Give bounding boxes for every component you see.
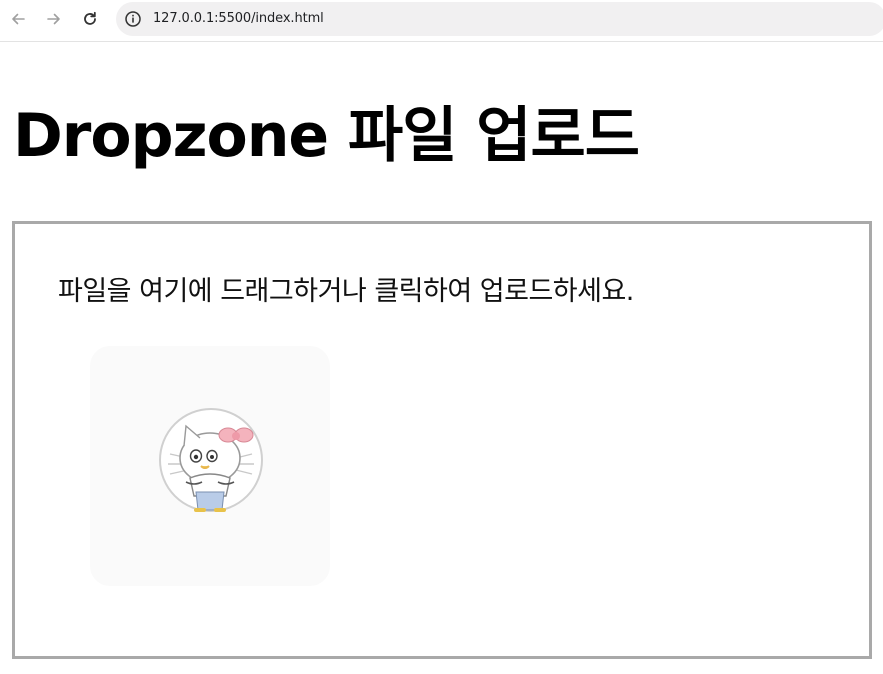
page-title: Dropzone 파일 업로드 bbox=[13, 101, 640, 171]
dropzone-area[interactable]: 파일을 여기에 드래그하거나 클릭하여 업로드하세요. bbox=[12, 221, 872, 659]
forward-button[interactable] bbox=[43, 8, 65, 30]
reload-icon bbox=[84, 11, 96, 25]
browser-toolbar: 127.0.0.1:5500/index.html bbox=[0, 0, 883, 42]
url-text: 127.0.0.1:5500/index.html bbox=[153, 11, 324, 26]
info-icon[interactable] bbox=[124, 10, 142, 28]
file-preview[interactable] bbox=[90, 346, 330, 586]
arrow-right-icon bbox=[47, 13, 60, 25]
arrow-left-icon bbox=[12, 13, 25, 25]
hello-kitty-thumbnail bbox=[159, 408, 263, 512]
address-bar[interactable]: 127.0.0.1:5500/index.html bbox=[116, 2, 883, 36]
dropzone-message: 파일을 여기에 드래그하거나 클릭하여 업로드하세요. bbox=[58, 276, 634, 307]
back-button[interactable] bbox=[7, 8, 29, 30]
reload-button[interactable] bbox=[79, 8, 101, 30]
